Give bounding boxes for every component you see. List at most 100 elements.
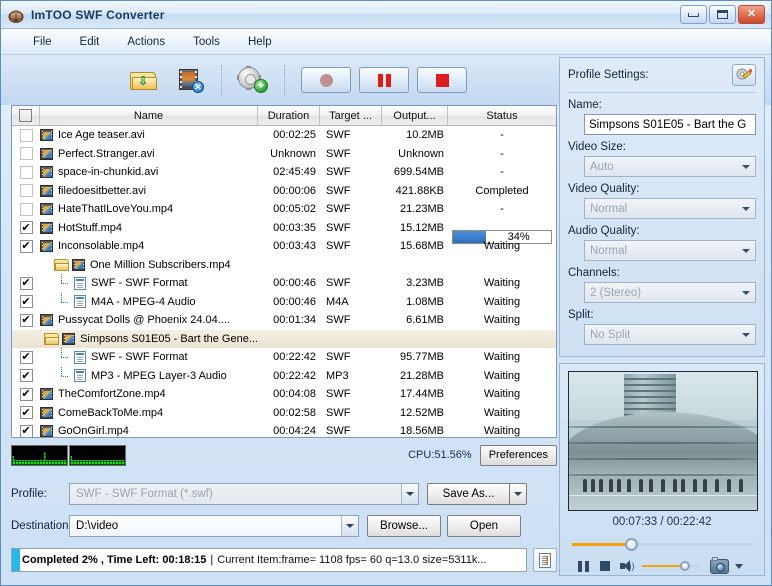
table-row[interactable]: ✔ MP3 - MPEG Layer-3 Audio 00:22:42 MP3 21.2… [12, 366, 556, 386]
table-row[interactable]: Ice Age teaser.avi 00:02:25 SWF 10.2MB - [12, 126, 556, 145]
add-profile-button[interactable]: + [230, 60, 276, 100]
row-target: SWF [326, 277, 351, 290]
table-row[interactable]: ✔ TheComfortZone.mp4 00:04:08 SWF 17.44MB Wai… [12, 385, 556, 404]
row-target: SWF [326, 388, 351, 401]
open-button[interactable]: Open [447, 515, 521, 537]
chevron-down-icon[interactable] [735, 563, 743, 569]
add-files-button[interactable]: ⇩ [121, 60, 167, 100]
player-volume-button[interactable]: )) [616, 557, 638, 575]
video-size-combo[interactable]: Auto [584, 156, 756, 177]
browse-button[interactable]: Browse... [367, 515, 441, 537]
row-checkbox[interactable]: ✔ [19, 221, 33, 235]
save-as-menu-button[interactable] [509, 483, 527, 505]
row-checkbox[interactable]: ✔ [19, 387, 33, 401]
close-button[interactable]: ✕ [738, 5, 765, 24]
camera-icon [716, 562, 725, 572]
table-row[interactable]: ✔ ComeBackToMe.mp4 00:02:58 SWF 12.52MB Waiti… [12, 404, 556, 423]
volume-knob[interactable] [680, 561, 690, 571]
chevron-down-icon[interactable] [341, 516, 358, 536]
row-checkbox[interactable]: ✔ [19, 313, 33, 327]
header-name[interactable]: Name [40, 106, 258, 125]
minimize-button[interactable] [680, 5, 707, 24]
row-duration: 00:00:46 [273, 277, 316, 290]
file-list[interactable]: Name Duration Target ... Output... Statu… [11, 105, 557, 438]
film-icon [40, 129, 53, 142]
row-checkbox[interactable]: ✔ [19, 369, 33, 383]
save-as-button[interactable]: Save As... [427, 483, 509, 505]
menu-item-file[interactable]: File [19, 33, 66, 51]
header-select-all[interactable] [12, 106, 40, 125]
table-row[interactable]: HateThatILoveYou.mp4 00:05:02 SWF 21.23MB - [12, 200, 556, 219]
film-icon [72, 258, 85, 271]
header-target[interactable]: Target ... [320, 106, 382, 125]
chevron-down-icon[interactable] [738, 158, 754, 175]
seek-knob[interactable] [625, 538, 639, 551]
table-row[interactable]: Simpsons S01E05 - Bart the Gene... [12, 329, 556, 348]
chevron-down-icon[interactable] [738, 284, 754, 301]
row-checkbox[interactable]: ✔ [19, 295, 33, 309]
audio-quality-combo[interactable]: Normal [584, 240, 756, 261]
player-seek-slider[interactable] [572, 538, 752, 551]
row-checkbox[interactable]: ✔ [19, 350, 33, 364]
volume-slider[interactable] [642, 560, 700, 572]
table-row[interactable]: ✔ M4A - MPEG-4 Audio 00:00:46 M4A 1.08MB Wait… [12, 292, 556, 312]
edit-profile-button[interactable] [732, 64, 756, 86]
menu-item-edit[interactable]: Edit [66, 33, 114, 51]
pause-button[interactable] [359, 67, 409, 93]
table-row[interactable]: filedoesitbetter.avi 00:00:06 SWF 421.88KB C… [12, 182, 556, 201]
player-snapshot-button[interactable] [710, 556, 729, 574]
film-icon [40, 406, 53, 419]
row-target: SWF [326, 166, 351, 179]
player-stop-button[interactable] [594, 557, 616, 575]
row-name-cell: GoOnGirl.mp4 [40, 425, 258, 437]
chevron-down-icon[interactable] [401, 484, 418, 504]
row-checkbox-cell: ✔ [12, 369, 40, 383]
table-row[interactable]: One Million Subscribers.mp4 [12, 256, 556, 275]
table-row[interactable]: ✔ GoOnGirl.mp4 00:04:24 SWF 18.56MB Waiting [12, 422, 556, 437]
header-duration[interactable]: Duration [258, 106, 320, 125]
row-status: Waiting [483, 295, 521, 308]
video-preview[interactable] [568, 371, 758, 511]
table-row[interactable]: ✔ Pussycat Dolls @ Phoenix 24.04.... 00:01… [12, 311, 556, 330]
film-icon [40, 240, 53, 253]
table-row[interactable]: ✔ SWF - SWF Format 00:22:42 SWF 95.77MB Waiti… [12, 348, 556, 367]
row-checkbox[interactable]: ✔ [19, 239, 33, 253]
channels-combo[interactable]: 2 (Stereo) [584, 282, 756, 303]
row-checkbox[interactable]: ✔ [19, 424, 33, 437]
row-checkbox[interactable] [19, 128, 33, 142]
row-checkbox[interactable]: ✔ [19, 406, 33, 420]
chevron-down-icon[interactable] [738, 200, 754, 217]
table-row[interactable]: ✔ HotStuff.mp4 00:03:35 SWF 15.12MB 34% [12, 219, 556, 244]
log-button[interactable]: ! [533, 548, 557, 572]
menu-item-actions[interactable]: Actions [113, 33, 179, 51]
destination-combo[interactable]: D:\video [69, 515, 359, 537]
row-checkbox[interactable] [19, 165, 33, 179]
chevron-down-icon[interactable] [738, 242, 754, 259]
status-field[interactable]: Completed 2% , Time Left: 00:18:15 | Cur… [11, 548, 527, 572]
header-output[interactable]: Output... [382, 106, 448, 125]
menu-item-help[interactable]: Help [234, 33, 286, 51]
table-row[interactable]: space-in-chunkid.avi 02:45:49 SWF 699.54MB - [12, 163, 556, 182]
encode-button[interactable] [301, 67, 351, 93]
menu-item-tools[interactable]: Tools [179, 33, 234, 51]
video-quality-combo[interactable]: Normal [584, 198, 756, 219]
preferences-button[interactable]: Preferences [479, 444, 557, 466]
chevron-down-icon[interactable] [738, 326, 754, 343]
profile-name-input[interactable]: Simpsons S01E05 - Bart the G [584, 114, 756, 135]
row-checkbox[interactable] [19, 184, 33, 198]
profile-combo[interactable]: SWF - SWF Format (*.swf) [69, 483, 419, 505]
table-row[interactable]: ✔ Inconsolable.mp4 00:03:43 SWF 15.68MB Waiti… [12, 237, 556, 256]
maximize-button[interactable] [709, 5, 736, 24]
table-row[interactable]: ✔ SWF - SWF Format 00:00:46 SWF 3.23MB Waitin… [12, 274, 556, 293]
stop-button[interactable] [417, 67, 467, 93]
row-checkbox[interactable] [19, 147, 33, 161]
row-checkbox[interactable] [19, 202, 33, 216]
remove-file-button[interactable]: ✕ [167, 60, 213, 100]
row-checkbox[interactable]: ✔ [19, 276, 33, 290]
header-status[interactable]: Status [448, 106, 556, 125]
profile-combo-value: SWF - SWF Format (*.swf) [76, 488, 213, 500]
select-all-checkbox[interactable] [19, 109, 32, 122]
split-combo[interactable]: No Split [584, 324, 756, 345]
table-row[interactable]: Perfect.Stranger.avi Unknown SWF Unknown - [12, 145, 556, 164]
player-pause-button[interactable] [572, 557, 594, 575]
